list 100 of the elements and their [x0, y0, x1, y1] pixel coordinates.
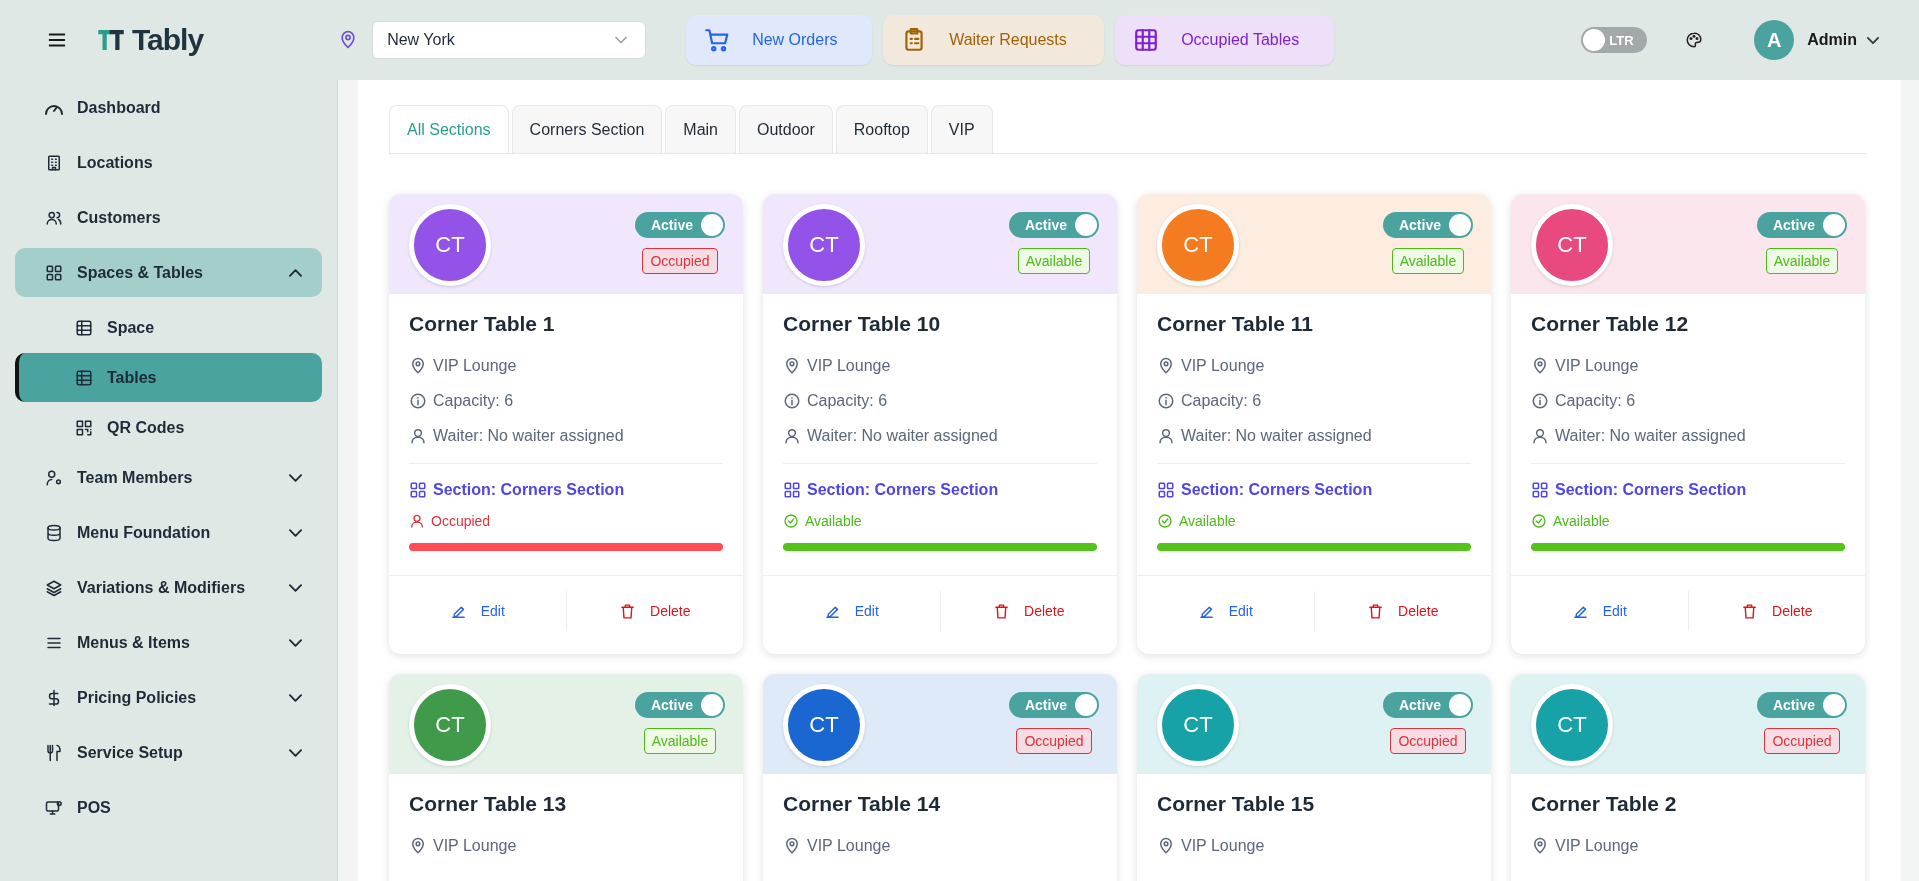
- brand-name: Tably: [132, 23, 204, 57]
- status-badge: Available: [1017, 248, 1091, 274]
- person-icon: [1531, 426, 1549, 445]
- table-section[interactable]: Section: Corners Section: [1181, 480, 1373, 499]
- sidebar-item[interactable]: Menus & Items: [15, 618, 322, 667]
- delete-button[interactable]: Delete: [566, 588, 743, 634]
- table-capacity: Capacity: 6: [807, 391, 888, 410]
- table-location: VIP Lounge: [433, 836, 517, 855]
- building-icon: [45, 153, 63, 172]
- quick-action-button[interactable]: New Orders: [686, 15, 873, 65]
- status-badge: Available: [1391, 248, 1465, 274]
- edit-button[interactable]: Edit: [389, 588, 566, 634]
- location-pin-icon: [1157, 836, 1175, 855]
- sidebar-item[interactable]: Variations & Modifiers: [15, 563, 322, 612]
- section-tab[interactable]: All Sections: [389, 105, 509, 153]
- chevron-icon: [289, 268, 302, 277]
- quick-action-button[interactable]: Waiter Requests: [883, 15, 1105, 65]
- location-pin-icon: [409, 836, 427, 855]
- edit-button[interactable]: Edit: [763, 588, 940, 634]
- palette-icon: [1685, 31, 1704, 49]
- table-name: Corner Table 2: [1531, 792, 1678, 816]
- table-waiter: Waiter: No waiter assigned: [433, 426, 624, 445]
- person-icon: [409, 513, 425, 529]
- check-circle-icon: [1157, 513, 1173, 529]
- table-capacity: Capacity: 6: [1181, 391, 1262, 410]
- trash-icon: [1367, 602, 1384, 620]
- status-badge: Occupied: [1390, 728, 1466, 754]
- table-location: VIP Lounge: [1555, 836, 1639, 855]
- table-name: Corner Table 10: [783, 312, 942, 336]
- location-pin-icon: [1531, 356, 1549, 375]
- delete-button[interactable]: Delete: [1314, 588, 1491, 634]
- grid-icon: [1133, 27, 1160, 53]
- delete-button[interactable]: Delete: [1688, 588, 1865, 634]
- location-select[interactable]: New York: [372, 21, 647, 59]
- trash-icon: [1741, 602, 1758, 620]
- grid-icon: [1157, 480, 1175, 499]
- quick-action-button[interactable]: Occupied Tables: [1115, 15, 1335, 65]
- section-tab[interactable]: Main: [665, 105, 736, 153]
- info-icon: [1157, 391, 1175, 410]
- edit-button[interactable]: Edit: [1511, 588, 1688, 634]
- info-icon: [783, 391, 801, 410]
- chevron-icon: [289, 528, 302, 537]
- table-section[interactable]: Section: Corners Section: [1555, 480, 1747, 499]
- sidebar-item[interactable]: Menu Foundation: [15, 508, 322, 557]
- sidebar-item[interactable]: Dashboard: [15, 83, 322, 132]
- person-icon: [409, 426, 427, 445]
- person-icon: [783, 426, 801, 445]
- table-name: Corner Table 11: [1157, 312, 1314, 336]
- table-status: Available: [1553, 513, 1610, 529]
- grid-icon: [45, 263, 63, 282]
- qr-code-icon: [75, 418, 93, 437]
- database-icon: [45, 523, 63, 542]
- table-status: Available: [805, 513, 862, 529]
- table-location: VIP Lounge: [433, 356, 517, 375]
- layers-icon: [45, 578, 63, 597]
- location-pin-icon: [1531, 836, 1549, 855]
- section-tab[interactable]: Outdoor: [739, 105, 833, 153]
- status-badge: Available: [1765, 248, 1839, 274]
- table-icon: [75, 368, 93, 387]
- trash-icon: [619, 602, 636, 620]
- user-gear-icon: [45, 468, 63, 487]
- table-avatar: CT: [783, 204, 865, 286]
- section-tab[interactable]: Rooftop: [835, 105, 928, 153]
- status-badge: Occupied: [642, 248, 718, 274]
- table-name: Corner Table 1: [409, 312, 556, 336]
- sidebar-item[interactable]: Pricing Policies: [15, 673, 322, 722]
- table-capacity: Capacity: 6: [433, 391, 514, 410]
- sidebar-subitem[interactable]: Space: [15, 303, 322, 352]
- sidebar-item[interactable]: Team Members: [15, 453, 322, 502]
- chevron-icon: [289, 693, 302, 702]
- delete-button[interactable]: Delete: [940, 588, 1117, 634]
- user-name[interactable]: Admin: [1807, 31, 1857, 49]
- table-avatar: CT: [783, 684, 865, 766]
- table-waiter: Waiter: No waiter assigned: [1555, 426, 1746, 445]
- sidebar-item[interactable]: Locations: [15, 138, 322, 187]
- table-location: VIP Lounge: [807, 836, 891, 855]
- location-pin-icon: [783, 356, 801, 375]
- status-badge: Occupied: [1016, 728, 1092, 754]
- section-tab[interactable]: Corners Section: [511, 105, 663, 153]
- chevron-icon: [289, 748, 302, 757]
- sidebar-item[interactable]: POS: [15, 783, 322, 832]
- edit-button[interactable]: Edit: [1137, 588, 1314, 634]
- table-name: Corner Table 13: [409, 792, 568, 816]
- check-circle-icon: [1531, 513, 1547, 529]
- sidebar-item[interactable]: Service Setup: [15, 728, 322, 777]
- sidebar-item[interactable]: Spaces & Tables: [15, 248, 322, 297]
- table-capacity: Capacity: 6: [1555, 391, 1636, 410]
- table-location: VIP Lounge: [1181, 356, 1265, 375]
- caret-icon: [1867, 36, 1879, 44]
- table-avatar: CT: [409, 684, 491, 766]
- location-pin-icon: [783, 836, 801, 855]
- info-icon: [1531, 391, 1549, 410]
- section-tab[interactable]: VIP: [930, 105, 993, 153]
- table-section[interactable]: Section: Corners Section: [807, 480, 999, 499]
- cutlery-icon: [45, 743, 63, 762]
- sidebar-item[interactable]: Customers: [15, 193, 322, 242]
- sidebar-subitem[interactable]: QR Codes: [15, 403, 322, 452]
- table-section[interactable]: Section: Corners Section: [433, 480, 625, 499]
- sidebar-subitem[interactable]: Tables: [15, 353, 322, 402]
- table-location: VIP Lounge: [807, 356, 891, 375]
